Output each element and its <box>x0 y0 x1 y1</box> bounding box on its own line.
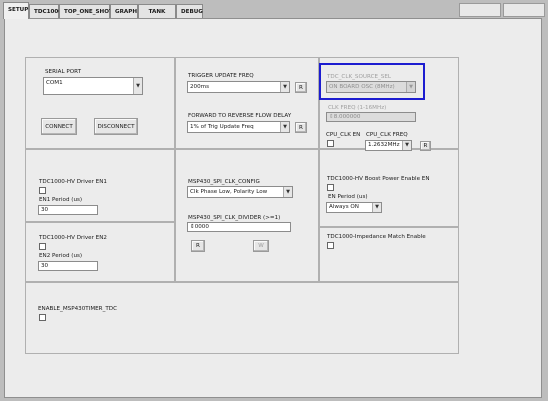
spi-clk-divider-label: MSP430_SPI_CLK_DIVIDER (>=1) <box>188 215 281 221</box>
spi-write-button[interactable]: W <box>253 240 269 252</box>
chevron-down-icon[interactable]: ▼ <box>133 78 142 94</box>
impedance-match-checkbox[interactable] <box>327 242 334 249</box>
en2-period-field[interactable]: 30 <box>38 261 98 271</box>
chevron-down-icon[interactable]: ▼ <box>283 187 292 197</box>
chevron-down-icon[interactable]: ▼ <box>280 82 289 92</box>
serial-port-value: COM1 <box>46 80 63 86</box>
driver-en1-checkbox[interactable] <box>39 187 46 194</box>
boost-period-label: EN Period (us) <box>328 194 368 200</box>
trigger-panel <box>175 57 319 149</box>
en2-period-label: EN2 Period (us) <box>39 253 83 259</box>
tab-tank-level[interactable]: TANK LEVEL <box>138 4 176 29</box>
fwd-rev-delay-label: FORWARD TO REVERSE FLOW DELAY <box>188 113 292 119</box>
connect-button[interactable]: CONNECT <box>41 118 77 135</box>
spi-read-button[interactable]: R <box>191 240 205 252</box>
tab-debug[interactable]: DEBUG <box>176 4 203 18</box>
clk-source-value: ON BOARD OSC (8MHz) <box>329 84 395 90</box>
boost-panel <box>319 149 459 227</box>
tab-strip-spacer <box>459 3 501 17</box>
clk-freq-value: 8.000000 <box>333 114 361 120</box>
chevron-down-icon[interactable]: ▼ <box>406 82 415 92</box>
tab-strip-spacer <box>503 3 545 17</box>
tab-tdc1000[interactable]: TDC1000 <box>29 4 62 18</box>
cpu-clk-freq-value: 1.2632MHz <box>368 142 400 148</box>
impedance-match-label: TDC1000-Impedance Match Enable <box>327 234 426 240</box>
cpu-clk-freq-read-button[interactable]: R <box>420 141 431 151</box>
chevron-down-icon[interactable]: ▼ <box>372 203 381 212</box>
spi-clk-config-value: Clk Phase Low, Polarity Low <box>190 189 268 195</box>
chevron-down-icon[interactable]: ▼ <box>280 122 289 132</box>
msp430-timer-label: ENABLE_MSP430TIMER_TDC <box>38 306 117 312</box>
tab-graph[interactable]: GRAPH <box>110 4 138 18</box>
boost-enable-label: TDC1000-HV Boost Power Enable EN <box>327 176 430 182</box>
trigger-freq-read-button[interactable]: R <box>295 82 307 93</box>
en1-period-label: EN1 Period (us) <box>39 197 83 203</box>
fwd-rev-delay-value: 1% of Trig Update Freq <box>190 124 254 130</box>
disconnect-button[interactable]: DISCONNECT <box>94 118 138 135</box>
trigger-freq-label: TRIGGER UPDATE FREQ <box>188 73 254 79</box>
spi-clk-divider-value: 0000 <box>194 224 209 230</box>
spi-clk-config-label: MSP430_SPI_CLK_CONFIG <box>188 179 260 185</box>
tab-setup[interactable]: SETUP <box>3 2 29 19</box>
driver-en2-checkbox[interactable] <box>39 243 46 250</box>
chevron-down-icon[interactable]: ▼ <box>402 141 411 150</box>
spi-clk-config-select[interactable]: Clk Phase Low, Polarity Low ▼ <box>187 186 293 198</box>
timer-panel <box>25 282 459 354</box>
serial-port-select[interactable]: COM1 ▼ <box>43 77 143 95</box>
driver-en2-label: TDC1000-HV Driver EN2 <box>39 235 107 241</box>
tab-bar: SETUP TDC1000 TOP_ONE_SHOT GRAPH TANK LE… <box>0 0 548 29</box>
trigger-freq-select[interactable]: 200ms ▼ <box>187 81 290 93</box>
boost-period-value: Always ON <box>329 204 359 210</box>
fwd-rev-delay-select[interactable]: 1% of Trig Update Freq ▼ <box>187 121 290 133</box>
trigger-freq-value: 200ms <box>190 84 210 90</box>
driver-en1-label: TDC1000-HV Driver EN1 <box>39 179 107 185</box>
clk-freq-field[interactable]: ⇕8.000000 <box>326 112 416 122</box>
driver-en2-panel <box>25 222 175 282</box>
cpu-clk-en-label: CPU_CLK EN <box>326 132 361 138</box>
clk-source-label: TDC_CLK_SOURCE_SEL <box>327 74 392 80</box>
cpu-clk-freq-select[interactable]: 1.2632MHz ▼ <box>365 140 412 151</box>
en1-period-field[interactable]: 30 <box>38 205 98 215</box>
cpu-clk-en-checkbox[interactable] <box>327 140 334 147</box>
tab-top-one-shot[interactable]: TOP_ONE_SHOT <box>59 4 113 18</box>
fwd-rev-delay-read-button[interactable]: R <box>295 122 307 133</box>
spi-clk-divider-field[interactable]: ⇕0000 <box>187 222 291 232</box>
cpu-clk-freq-label: CPU_CLK FREQ <box>366 132 408 138</box>
msp430-timer-checkbox[interactable] <box>39 314 46 321</box>
boost-period-select[interactable]: Always ON ▼ <box>326 202 382 213</box>
setup-pane: SERIAL PORT COM1 ▼ CONNECT DISCONNECT TR… <box>4 18 542 398</box>
clk-source-select[interactable]: ON BOARD OSC (8MHz) ▼ <box>326 81 416 93</box>
serial-port-label: SERIAL PORT <box>45 69 82 75</box>
boost-enable-checkbox[interactable] <box>327 184 334 191</box>
clk-freq-label: CLK FREQ (1-16MHz) <box>328 105 387 111</box>
